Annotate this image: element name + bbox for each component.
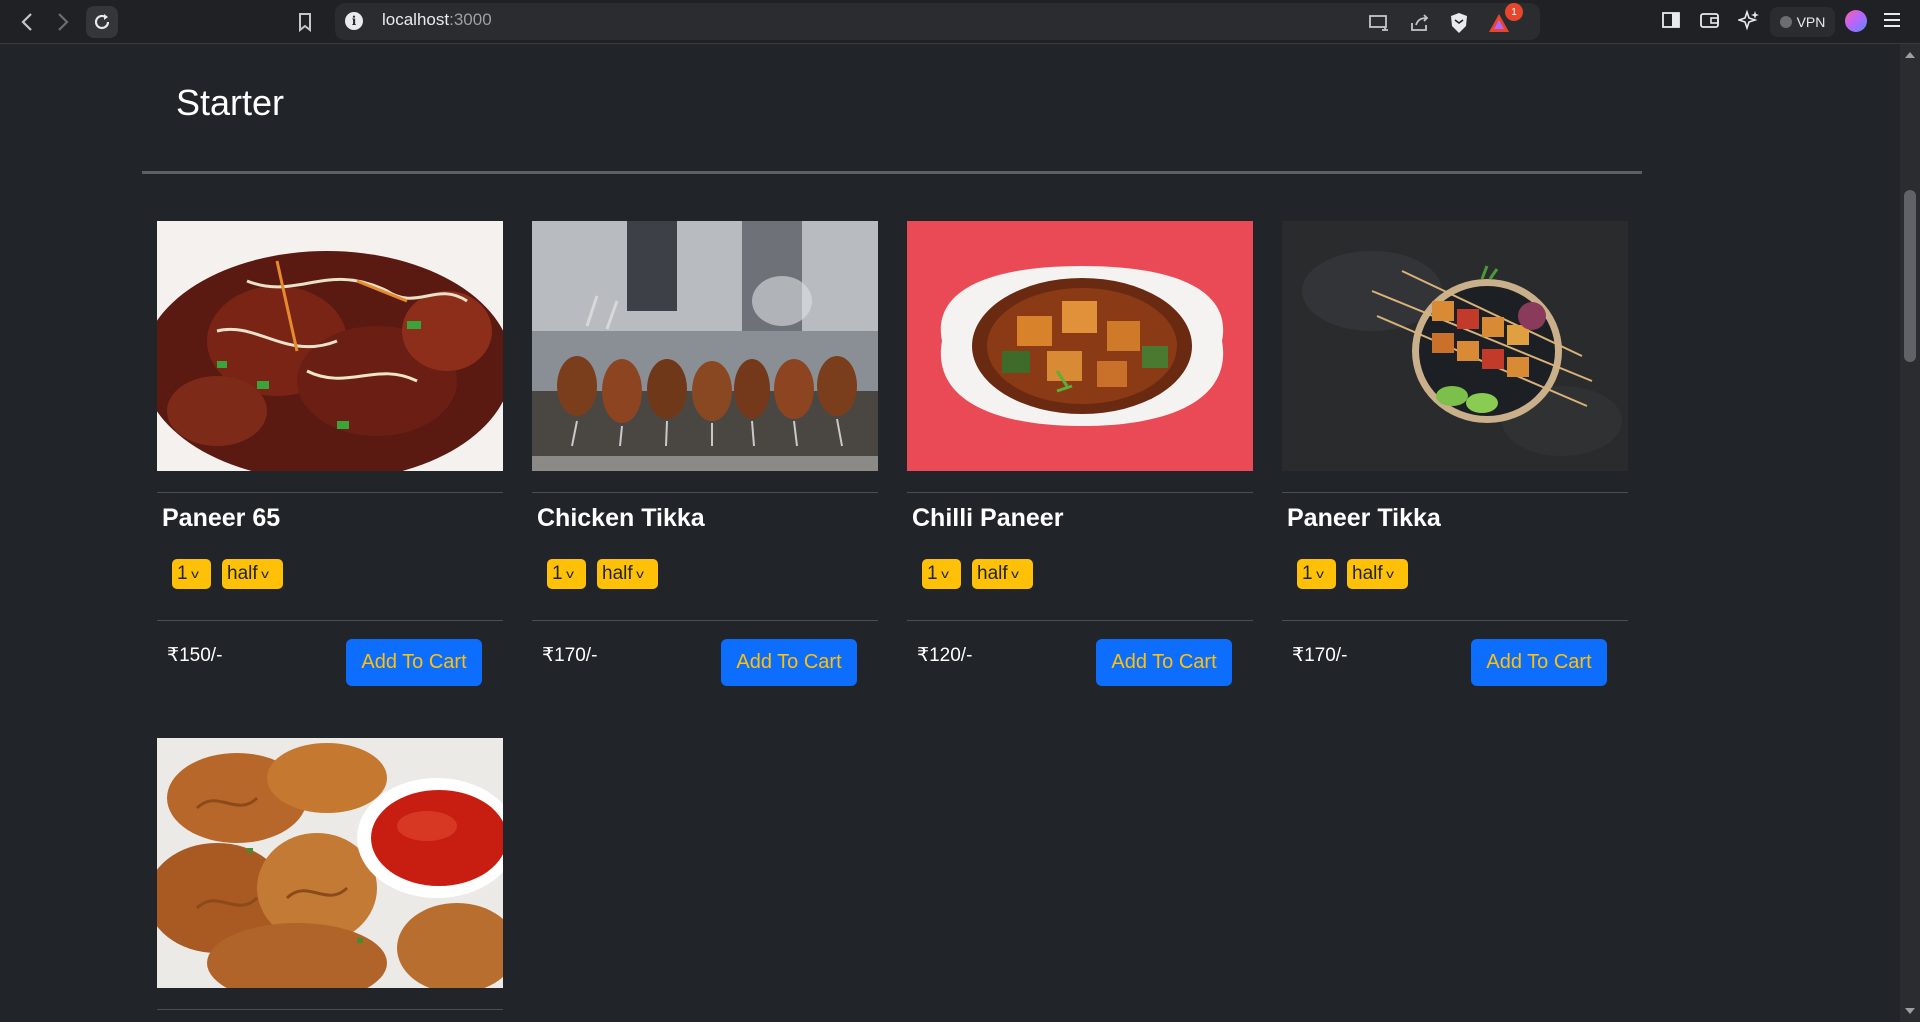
card-divider: [1282, 492, 1628, 493]
food-price: ₹120/-: [917, 645, 973, 666]
add-to-cart-button[interactable]: Add To Cart: [721, 639, 857, 686]
menu-icon[interactable]: [1878, 6, 1906, 34]
quantity-select[interactable]: 1v: [172, 559, 211, 589]
food-image: [907, 221, 1253, 471]
site-info-icon[interactable]: i: [345, 12, 363, 30]
quantity-select[interactable]: 1v: [1297, 559, 1336, 589]
bookmark-icon[interactable]: [289, 6, 321, 38]
vpn-label: VPN: [1796, 14, 1826, 30]
food-image: [157, 221, 503, 471]
leo-ai-icon[interactable]: [1735, 6, 1763, 34]
wallet-icon[interactable]: [1696, 6, 1724, 34]
section-title: Starter: [176, 82, 285, 123]
url-text[interactable]: localhost:3000: [382, 10, 492, 30]
card-divider: [532, 492, 878, 493]
add-to-cart-button[interactable]: Add To Cart: [1471, 639, 1607, 686]
food-card: Paneer 65 1v half v ₹150/- Add To Cart: [157, 221, 503, 741]
chevron-down-icon: v: [1010, 567, 1019, 581]
food-price: ₹170/-: [1292, 645, 1348, 666]
food-name: Chilli Paneer: [912, 504, 1064, 532]
food-name: Chicken Tikka: [537, 504, 705, 532]
chevron-down-icon: v: [1385, 567, 1394, 581]
quantity-select[interactable]: 1v: [547, 559, 586, 589]
card-divider: [532, 620, 878, 621]
vpn-status-icon: [1779, 16, 1792, 28]
food-card: [157, 738, 503, 1022]
food-card: Chicken Tikka 1v half v ₹170/- Add To Car…: [532, 221, 878, 741]
food-name: Paneer Tikka: [1287, 504, 1441, 532]
chevron-down-icon: v: [635, 567, 644, 581]
chevron-down-icon: v: [1315, 567, 1324, 581]
food-price: ₹170/-: [542, 645, 598, 666]
quantity-select[interactable]: 1v: [922, 559, 961, 589]
chevron-down-icon: v: [940, 567, 949, 581]
share-icon[interactable]: [1406, 9, 1434, 37]
brave-shield-icon[interactable]: [1445, 9, 1473, 37]
food-image: [532, 221, 878, 471]
address-bar[interactable]: i localhost:3000: [335, 3, 1540, 40]
add-to-cart-button[interactable]: Add To Cart: [1096, 639, 1232, 686]
chevron-down-icon: v: [190, 567, 199, 581]
card-divider: [1282, 620, 1628, 621]
section-divider: [142, 171, 1642, 174]
sidebar-icon[interactable]: [1657, 6, 1685, 34]
card-divider: [157, 620, 503, 621]
page-content: Starter Paneer 65 1 v half v ₹150/- Add …: [0, 44, 1900, 1022]
page-scrollbar[interactable]: [1900, 44, 1920, 1022]
size-select[interactable]: half v: [222, 559, 283, 589]
card-divider: [907, 620, 1253, 621]
food-name: Paneer 65: [162, 504, 281, 532]
food-image: [157, 738, 503, 988]
chevron-down-icon: v: [260, 567, 269, 581]
back-icon[interactable]: [11, 6, 43, 38]
size-select[interactable]: half v: [597, 559, 658, 589]
add-to-cart-button[interactable]: Add To Cart: [346, 639, 482, 686]
scroll-thumb[interactable]: [1904, 190, 1916, 362]
vpn-button[interactable]: VPN: [1770, 7, 1835, 37]
scroll-up-icon[interactable]: [1905, 52, 1915, 58]
chevron-down-icon: v: [565, 567, 574, 581]
scroll-down-icon[interactable]: [1905, 1008, 1915, 1014]
food-price: ₹150/-: [167, 645, 223, 666]
cast-icon[interactable]: [1365, 9, 1393, 37]
size-select[interactable]: half v: [1347, 559, 1408, 589]
forward-icon: [47, 6, 79, 38]
card-divider: [157, 1009, 503, 1010]
card-divider: [157, 492, 503, 493]
card-divider: [907, 492, 1253, 493]
browser-toolbar: i localhost:3000 1 VPN: [0, 0, 1920, 44]
food-image: [1282, 221, 1628, 471]
notification-badge: 1: [1505, 3, 1523, 21]
food-card: Chilli Paneer 1v half v ₹120/- Add To Car…: [907, 221, 1253, 741]
size-select[interactable]: half v: [972, 559, 1033, 589]
profile-avatar[interactable]: [1845, 10, 1867, 32]
reload-icon[interactable]: [86, 6, 118, 38]
food-card: Paneer Tikka 1v half v ₹170/- Add To Cart: [1282, 221, 1628, 741]
